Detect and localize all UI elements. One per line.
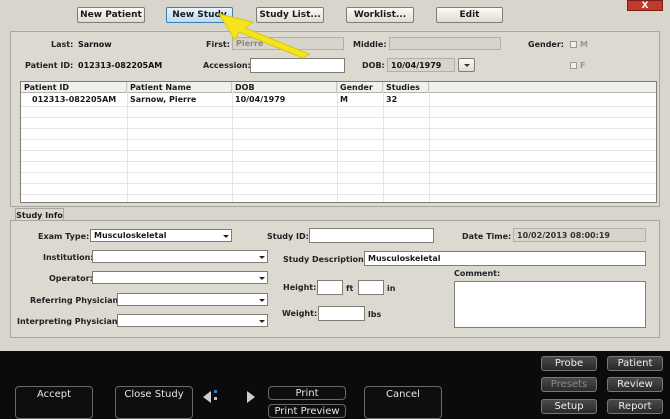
grid-header-dob[interactable]: DOB: [232, 82, 337, 93]
chevron-down-icon: [259, 276, 265, 280]
chevron-down-icon: [259, 298, 265, 302]
grid-row-line: [21, 128, 656, 129]
grid-header-patient-id[interactable]: Patient ID: [21, 82, 127, 93]
patient-grid[interactable]: Patient ID Patient Name DOB Gender Studi…: [20, 81, 657, 203]
height-inches-field[interactable]: [358, 280, 384, 295]
referring-physician-label: Referring Physician:: [30, 296, 122, 305]
last-name-value: Sarnow: [78, 40, 112, 49]
grid-header-gender[interactable]: Gender: [337, 82, 383, 93]
study-id-label: Study ID:: [267, 232, 309, 241]
grid-row-line: [21, 172, 656, 173]
gender-f-checkbox[interactable]: [570, 62, 577, 69]
last-name-label: Last:: [51, 40, 74, 49]
grid-row-line: [21, 139, 656, 140]
middle-name-label: Middle:: [353, 40, 387, 49]
setup-button[interactable]: Setup: [541, 399, 597, 414]
referring-physician-select[interactable]: [117, 293, 268, 306]
patient-button[interactable]: Patient: [607, 356, 663, 371]
review-button[interactable]: Review: [607, 377, 663, 392]
weight-field[interactable]: [318, 306, 365, 321]
operator-label: Operator:: [49, 274, 93, 283]
interpreting-physician-label: Interpreting Physician:: [17, 317, 121, 326]
grid-row-line: [21, 117, 656, 118]
grid-cell-dob: 10/04/1979: [235, 95, 286, 104]
accession-field[interactable]: [250, 58, 345, 73]
height-ft-unit: ft: [346, 284, 354, 293]
weight-unit: lbs: [368, 310, 382, 319]
print-preview-button[interactable]: Print Preview: [268, 404, 346, 418]
annotation-arrow-icon: [217, 13, 311, 59]
prev-arrow-shape: [203, 391, 211, 403]
gender-label: Gender:: [528, 40, 564, 49]
page-dot: [214, 397, 217, 400]
probe-button[interactable]: Probe: [541, 356, 597, 371]
patient-id-label: Patient ID:: [25, 61, 74, 70]
comment-label: Comment:: [454, 269, 501, 278]
chevron-down-icon: [259, 255, 265, 259]
arrow-shape: [217, 13, 311, 59]
grid-row-line: [21, 194, 656, 195]
grid-cell-patient-id: 012313-082205AM: [32, 95, 117, 104]
dob-dropdown-button[interactable]: [458, 58, 475, 72]
chevron-down-icon: [259, 319, 265, 323]
exam-type-select[interactable]: Musculoskeletal: [90, 229, 232, 242]
grid-header-studies[interactable]: Studies: [383, 82, 429, 93]
grid-cell-studies: 32: [386, 95, 398, 104]
edit-button[interactable]: Edit: [436, 7, 503, 23]
weight-label: Weight:: [282, 309, 318, 318]
gender-m-checkbox[interactable]: [570, 41, 577, 48]
study-description-field[interactable]: Musculoskeletal: [364, 251, 646, 266]
exam-type-value: Musculoskeletal: [94, 231, 167, 240]
height-feet-field[interactable]: [317, 280, 343, 295]
grid-cell-gender: M: [340, 95, 348, 104]
height-in-unit: in: [387, 284, 396, 293]
grid-row-line: [21, 161, 656, 162]
print-button[interactable]: Print: [268, 386, 346, 400]
interpreting-physician-select[interactable]: [117, 314, 268, 327]
gender-f-label: F: [580, 61, 586, 70]
study-description-label: Study Description:: [283, 255, 367, 264]
page-indicator-icon: [214, 390, 217, 400]
operator-select[interactable]: [92, 271, 268, 284]
gender-m-label: M: [580, 40, 588, 49]
window-close-button[interactable]: X: [627, 0, 663, 11]
close-study-button[interactable]: Close Study: [115, 386, 193, 419]
new-patient-button[interactable]: New Patient: [77, 7, 145, 23]
accept-button[interactable]: Accept: [15, 386, 93, 419]
exam-type-label: Exam Type:: [38, 232, 90, 241]
grid-header-filler: [429, 82, 656, 93]
comment-field[interactable]: [454, 281, 646, 328]
study-id-field[interactable]: [309, 228, 434, 243]
institution-label: Institution:: [43, 253, 94, 262]
chevron-down-icon: [223, 234, 229, 238]
grid-row-line: [21, 150, 656, 151]
accession-label: Accession:: [203, 61, 251, 70]
height-label: Height:: [283, 283, 317, 292]
worklist-button[interactable]: Worklist...: [346, 7, 414, 23]
grid-header-patient-name[interactable]: Patient Name: [127, 82, 232, 93]
grid-row-line: [21, 106, 656, 107]
patient-id-value: 012313-082205AM: [78, 61, 163, 70]
next-arrow-shape: [247, 391, 255, 403]
dob-label: DOB:: [362, 61, 385, 70]
chevron-down-icon: [463, 63, 470, 67]
date-time-label: Date Time:: [462, 232, 512, 241]
institution-select[interactable]: [92, 250, 268, 263]
middle-name-field[interactable]: [389, 37, 501, 50]
presets-button[interactable]: Presets: [541, 377, 597, 392]
date-time-field: 10/02/2013 08:00:19: [513, 228, 646, 242]
next-arrow-icon[interactable]: [245, 390, 257, 404]
dob-field[interactable]: 10/04/1979: [387, 58, 455, 72]
grid-row-line: [21, 183, 656, 184]
grid-divider: [429, 82, 430, 202]
cancel-button[interactable]: Cancel: [364, 386, 442, 419]
report-button[interactable]: Report: [607, 399, 663, 414]
page-dot-active: [214, 390, 217, 393]
grid-cell-patient-name: Sarnow, Pierre: [130, 95, 197, 104]
